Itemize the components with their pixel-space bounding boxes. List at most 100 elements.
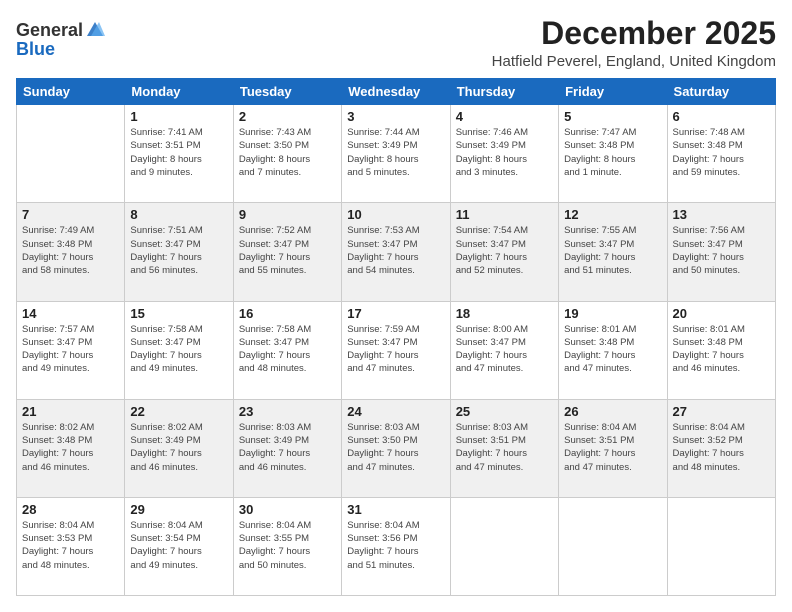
day-info: Sunrise: 8:00 AM Sunset: 3:47 PM Dayligh…	[456, 323, 553, 376]
day-info: Sunrise: 8:02 AM Sunset: 3:49 PM Dayligh…	[130, 421, 227, 474]
col-header-friday: Friday	[559, 79, 667, 105]
calendar-cell: 17 Sunrise: 7:59 AM Sunset: 3:47 PM Dayli…	[342, 301, 450, 399]
calendar-cell: 2 Sunrise: 7:43 AM Sunset: 3:50 PM Daylig…	[233, 105, 341, 203]
calendar-cell: 26 Sunrise: 8:04 AM Sunset: 3:51 PM Dayli…	[559, 399, 667, 497]
day-number: 8	[130, 207, 227, 222]
calendar-cell: 8Sunrise: 7:51 AM Sunset: 3:47 PM Daylig…	[125, 203, 233, 301]
day-number: 2	[239, 109, 336, 124]
day-info: Sunrise: 8:04 AM Sunset: 3:55 PM Dayligh…	[239, 519, 336, 572]
calendar-cell: 15 Sunrise: 7:58 AM Sunset: 3:47 PM Dayli…	[125, 301, 233, 399]
day-number: 29	[130, 502, 227, 517]
day-number: 10	[347, 207, 444, 222]
day-number: 31	[347, 502, 444, 517]
day-info: Sunrise: 7:44 AM Sunset: 3:49 PM Dayligh…	[347, 126, 444, 179]
calendar-header-row: SundayMondayTuesdayWednesdayThursdayFrid…	[17, 79, 776, 105]
day-info: Sunrise: 7:48 AM Sunset: 3:48 PM Dayligh…	[673, 126, 770, 179]
title-block: December 2025 Hatfield Peverel, England,…	[492, 16, 776, 70]
day-info: Sunrise: 7:58 AM Sunset: 3:47 PM Dayligh…	[130, 323, 227, 376]
day-number: 16	[239, 306, 336, 321]
day-info: Sunrise: 7:56 AM Sunset: 3:47 PM Dayligh…	[673, 224, 770, 277]
day-info: Sunrise: 8:02 AM Sunset: 3:48 PM Dayligh…	[22, 421, 119, 474]
calendar-cell	[559, 497, 667, 595]
day-info: Sunrise: 8:03 AM Sunset: 3:49 PM Dayligh…	[239, 421, 336, 474]
col-header-thursday: Thursday	[450, 79, 558, 105]
day-info: Sunrise: 8:01 AM Sunset: 3:48 PM Dayligh…	[673, 323, 770, 376]
day-info: Sunrise: 8:04 AM Sunset: 3:51 PM Dayligh…	[564, 421, 661, 474]
day-number: 21	[22, 404, 119, 419]
calendar-cell: 11 Sunrise: 7:54 AM Sunset: 3:47 PM Dayli…	[450, 203, 558, 301]
day-number: 17	[347, 306, 444, 321]
day-number: 5	[564, 109, 661, 124]
col-header-wednesday: Wednesday	[342, 79, 450, 105]
day-info: Sunrise: 7:54 AM Sunset: 3:47 PM Dayligh…	[456, 224, 553, 277]
calendar-week-row: 14 Sunrise: 7:57 AM Sunset: 3:47 PM Dayli…	[17, 301, 776, 399]
calendar-cell: 21 Sunrise: 8:02 AM Sunset: 3:48 PM Dayli…	[17, 399, 125, 497]
day-info: Sunrise: 7:59 AM Sunset: 3:47 PM Dayligh…	[347, 323, 444, 376]
calendar-cell: 12Sunrise: 7:55 AM Sunset: 3:47 PM Dayli…	[559, 203, 667, 301]
day-number: 7	[22, 207, 119, 222]
calendar-cell: 20Sunrise: 8:01 AM Sunset: 3:48 PM Dayli…	[667, 301, 775, 399]
col-header-sunday: Sunday	[17, 79, 125, 105]
calendar-cell	[450, 497, 558, 595]
header: General Blue December 2025 Hatfield Peve…	[16, 16, 776, 70]
calendar-cell: 24Sunrise: 8:03 AM Sunset: 3:50 PM Dayli…	[342, 399, 450, 497]
day-number: 6	[673, 109, 770, 124]
day-number: 19	[564, 306, 661, 321]
page: General Blue December 2025 Hatfield Peve…	[0, 0, 792, 612]
calendar-cell: 3Sunrise: 7:44 AM Sunset: 3:49 PM Daylig…	[342, 105, 450, 203]
calendar-table: SundayMondayTuesdayWednesdayThursdayFrid…	[16, 78, 776, 596]
calendar-cell: 30 Sunrise: 8:04 AM Sunset: 3:55 PM Dayli…	[233, 497, 341, 595]
day-info: Sunrise: 7:55 AM Sunset: 3:47 PM Dayligh…	[564, 224, 661, 277]
calendar-cell: 14 Sunrise: 7:57 AM Sunset: 3:47 PM Dayli…	[17, 301, 125, 399]
day-info: Sunrise: 7:43 AM Sunset: 3:50 PM Dayligh…	[239, 126, 336, 179]
calendar-cell	[667, 497, 775, 595]
calendar-cell: 1 Sunrise: 7:41 AM Sunset: 3:51 PM Daylig…	[125, 105, 233, 203]
day-number: 22	[130, 404, 227, 419]
calendar-cell: 7 Sunrise: 7:49 AM Sunset: 3:48 PM Daylig…	[17, 203, 125, 301]
day-number: 18	[456, 306, 553, 321]
day-info: Sunrise: 8:01 AM Sunset: 3:48 PM Dayligh…	[564, 323, 661, 376]
calendar-week-row: 7 Sunrise: 7:49 AM Sunset: 3:48 PM Daylig…	[17, 203, 776, 301]
calendar-cell: 27Sunrise: 8:04 AM Sunset: 3:52 PM Dayli…	[667, 399, 775, 497]
calendar-cell: 23 Sunrise: 8:03 AM Sunset: 3:49 PM Dayli…	[233, 399, 341, 497]
calendar-week-row: 1 Sunrise: 7:41 AM Sunset: 3:51 PM Daylig…	[17, 105, 776, 203]
calendar-cell: 22 Sunrise: 8:02 AM Sunset: 3:49 PM Dayli…	[125, 399, 233, 497]
calendar-cell: 16Sunrise: 7:58 AM Sunset: 3:47 PM Dayli…	[233, 301, 341, 399]
calendar-cell: 10 Sunrise: 7:53 AM Sunset: 3:47 PM Dayli…	[342, 203, 450, 301]
calendar-cell: 13 Sunrise: 7:56 AM Sunset: 3:47 PM Dayli…	[667, 203, 775, 301]
day-number: 9	[239, 207, 336, 222]
day-info: Sunrise: 7:47 AM Sunset: 3:48 PM Dayligh…	[564, 126, 661, 179]
logo-blue-text: Blue	[16, 39, 105, 60]
day-number: 14	[22, 306, 119, 321]
day-number: 27	[673, 404, 770, 419]
calendar-cell: 4Sunrise: 7:46 AM Sunset: 3:49 PM Daylig…	[450, 105, 558, 203]
day-info: Sunrise: 8:04 AM Sunset: 3:54 PM Dayligh…	[130, 519, 227, 572]
calendar-cell: 9Sunrise: 7:52 AM Sunset: 3:47 PM Daylig…	[233, 203, 341, 301]
day-info: Sunrise: 8:04 AM Sunset: 3:56 PM Dayligh…	[347, 519, 444, 572]
logo-icon	[85, 20, 105, 38]
calendar-cell: 6 Sunrise: 7:48 AM Sunset: 3:48 PM Daylig…	[667, 105, 775, 203]
day-number: 15	[130, 306, 227, 321]
day-number: 1	[130, 109, 227, 124]
day-number: 26	[564, 404, 661, 419]
day-info: Sunrise: 8:03 AM Sunset: 3:51 PM Dayligh…	[456, 421, 553, 474]
day-info: Sunrise: 7:57 AM Sunset: 3:47 PM Dayligh…	[22, 323, 119, 376]
day-info: Sunrise: 7:49 AM Sunset: 3:48 PM Dayligh…	[22, 224, 119, 277]
day-number: 30	[239, 502, 336, 517]
calendar-week-row: 21 Sunrise: 8:02 AM Sunset: 3:48 PM Dayli…	[17, 399, 776, 497]
logo: General Blue	[16, 20, 105, 60]
calendar-week-row: 28Sunrise: 8:04 AM Sunset: 3:53 PM Dayli…	[17, 497, 776, 595]
day-number: 23	[239, 404, 336, 419]
col-header-tuesday: Tuesday	[233, 79, 341, 105]
day-info: Sunrise: 7:41 AM Sunset: 3:51 PM Dayligh…	[130, 126, 227, 179]
location-subtitle: Hatfield Peverel, England, United Kingdo…	[492, 53, 776, 70]
col-header-monday: Monday	[125, 79, 233, 105]
day-info: Sunrise: 8:04 AM Sunset: 3:53 PM Dayligh…	[22, 519, 119, 572]
day-info: Sunrise: 7:53 AM Sunset: 3:47 PM Dayligh…	[347, 224, 444, 277]
day-number: 13	[673, 207, 770, 222]
day-number: 11	[456, 207, 553, 222]
day-info: Sunrise: 7:46 AM Sunset: 3:49 PM Dayligh…	[456, 126, 553, 179]
day-number: 24	[347, 404, 444, 419]
calendar-cell: 29 Sunrise: 8:04 AM Sunset: 3:54 PM Dayli…	[125, 497, 233, 595]
calendar-cell: 31 Sunrise: 8:04 AM Sunset: 3:56 PM Dayli…	[342, 497, 450, 595]
